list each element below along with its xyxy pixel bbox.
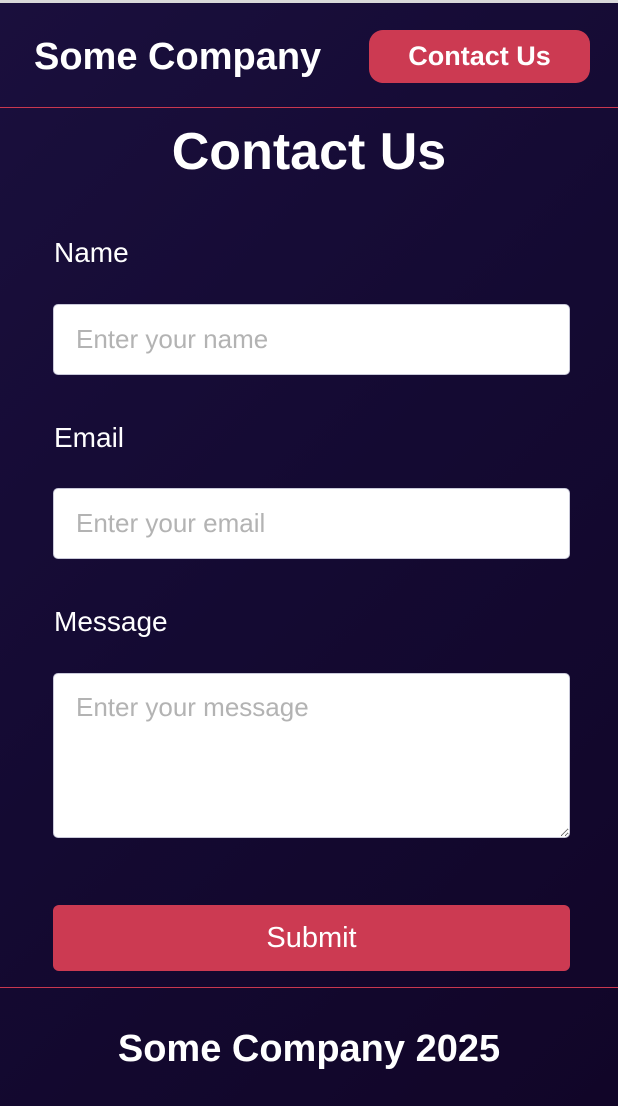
name-label: Name [54, 237, 129, 268]
name-input[interactable] [53, 304, 570, 375]
brand-logo[interactable]: Some Company [34, 34, 321, 80]
message-textarea[interactable] [53, 673, 570, 838]
site-header: Some Company Contact Us [0, 3, 618, 108]
message-label: Message [54, 606, 168, 637]
email-label: Email [54, 422, 125, 453]
email-input[interactable] [53, 488, 570, 559]
site-footer: Some Company 2025 [0, 987, 618, 1106]
footer-text: Some Company 2025 [117, 1028, 501, 1070]
page: Some Company Contact Us Contact Us Name … [0, 0, 618, 1106]
submit-button[interactable]: Submit [53, 905, 570, 971]
page-title: Contact Us [171, 123, 447, 181]
contact-us-nav-button[interactable]: Contact Us [369, 30, 590, 83]
